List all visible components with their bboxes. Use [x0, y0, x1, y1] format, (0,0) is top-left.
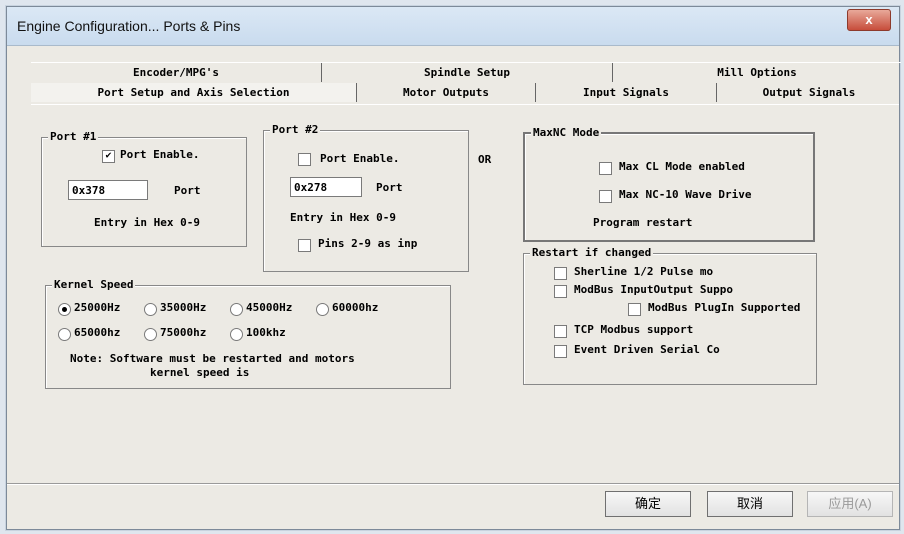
- modbus-plugin-checkbox[interactable]: [628, 303, 641, 316]
- or-label: OR: [478, 153, 492, 166]
- port1-hint: Entry in Hex 0-9: [94, 216, 200, 229]
- port1-enable-label: Port Enable.: [120, 148, 200, 161]
- kernel-45000-radio[interactable]: [230, 303, 243, 316]
- max-nc10-label: Max NC-10 Wave Drive: [619, 188, 752, 201]
- tab-panel: Port #1 ✔ Port Enable. 0x378 Port Entry …: [31, 104, 899, 485]
- port2-group: Port #2 Port Enable. 0x278 Port Entry in…: [263, 123, 469, 272]
- engine-config-dialog: Engine Configuration... Ports & Pins x E…: [6, 6, 901, 530]
- tab-mill-options[interactable]: Mill Options: [613, 63, 901, 82]
- ok-button[interactable]: 确定: [605, 491, 691, 517]
- port2-address-label: Port: [376, 181, 403, 194]
- kernel-75000-radio[interactable]: [144, 328, 157, 341]
- tab-motor-outputs[interactable]: Motor Outputs: [357, 83, 536, 102]
- event-serial-label: Event Driven Serial Co: [574, 343, 720, 356]
- tab-output-signals[interactable]: Output Signals: [717, 83, 901, 102]
- sherline-checkbox[interactable]: [554, 267, 567, 280]
- maxnc-legend: MaxNC Mode: [531, 126, 602, 139]
- event-serial-checkbox[interactable]: [554, 345, 567, 358]
- tab-row-back: Encoder/MPG's Spindle Setup Mill Options: [31, 62, 901, 83]
- tab-row-front: Port Setup and Axis Selection Motor Outp…: [31, 83, 901, 103]
- kernel-60000-label: 60000hz: [332, 301, 379, 314]
- cancel-button[interactable]: 取消: [707, 491, 793, 517]
- kernel-note-line2: kernel speed is: [150, 366, 250, 379]
- tcp-modbus-label: TCP Modbus support: [574, 323, 694, 336]
- port1-group: Port #1 ✔ Port Enable. 0x378 Port Entry …: [41, 130, 247, 247]
- tab-encoder-mpg[interactable]: Encoder/MPG's: [31, 63, 322, 82]
- modbus-plugin-label: ModBus PlugIn Supported: [648, 301, 801, 314]
- kernel-100k-label: 100khz: [246, 326, 286, 339]
- apply-button[interactable]: 应用(A): [807, 491, 893, 517]
- port1-address-input[interactable]: 0x378: [68, 180, 148, 200]
- close-button[interactable]: x: [847, 9, 891, 31]
- kernel-35000-label: 35000Hz: [160, 301, 207, 314]
- kernel-speed-legend: Kernel Speed: [52, 278, 136, 291]
- tcp-modbus-checkbox[interactable]: [554, 325, 567, 338]
- kernel-25000-label: 25000Hz: [74, 301, 121, 314]
- max-nc10-checkbox[interactable]: [599, 190, 612, 203]
- port1-address-label: Port: [174, 184, 201, 197]
- kernel-65000-radio[interactable]: [58, 328, 71, 341]
- window-title: Engine Configuration... Ports & Pins: [17, 18, 241, 34]
- kernel-45000-label: 45000Hz: [246, 301, 293, 314]
- kernel-75000-label: 75000hz: [160, 326, 207, 339]
- kernel-100k-radio[interactable]: [230, 328, 243, 341]
- port2-address-input[interactable]: 0x278: [290, 177, 362, 197]
- port2-hint: Entry in Hex 0-9: [290, 211, 396, 224]
- kernel-60000-radio[interactable]: [316, 303, 329, 316]
- maxnc-restart-note: Program restart: [593, 216, 693, 229]
- port1-enable-checkbox[interactable]: ✔: [102, 150, 115, 163]
- port2-legend: Port #2: [270, 123, 321, 136]
- kernel-speed-group: Kernel Speed 25000Hz 35000Hz 45000Hz 600…: [45, 278, 451, 389]
- button-separator: [7, 483, 899, 484]
- sherline-label: Sherline 1/2 Pulse mo: [574, 265, 714, 278]
- modbus-io-checkbox[interactable]: [554, 285, 567, 298]
- maxnc-group: MaxNC Mode Max CL Mode enabled Max NC-10…: [523, 126, 815, 242]
- kernel-35000-radio[interactable]: [144, 303, 157, 316]
- tab-port-setup[interactable]: Port Setup and Axis Selection: [31, 83, 357, 102]
- title-bar[interactable]: Engine Configuration... Ports & Pins x: [7, 7, 899, 46]
- restart-legend: Restart if changed: [530, 246, 654, 259]
- kernel-note-line1: Note: Software must be restarted and mot…: [70, 352, 355, 365]
- tab-input-signals[interactable]: Input Signals: [536, 83, 717, 102]
- modbus-io-label: ModBus InputOutput Suppo: [574, 283, 733, 296]
- restart-group: Restart if changed Sherline 1/2 Pulse mo…: [523, 246, 817, 385]
- port2-pins-checkbox[interactable]: [298, 239, 311, 252]
- tab-spindle-setup[interactable]: Spindle Setup: [322, 63, 613, 82]
- kernel-65000-label: 65000hz: [74, 326, 121, 339]
- kernel-25000-radio[interactable]: [58, 303, 71, 316]
- port2-enable-checkbox[interactable]: [298, 153, 311, 166]
- max-cl-checkbox[interactable]: [599, 162, 612, 175]
- port1-legend: Port #1: [48, 130, 99, 143]
- port2-pins-label: Pins 2-9 as inp: [318, 237, 418, 250]
- port2-enable-label: Port Enable.: [320, 152, 400, 165]
- max-cl-label: Max CL Mode enabled: [619, 160, 745, 173]
